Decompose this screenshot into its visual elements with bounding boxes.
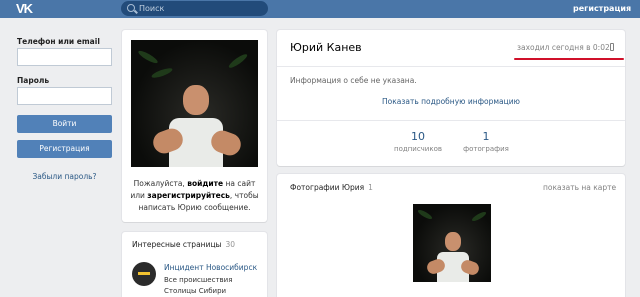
phone-input[interactable] xyxy=(17,48,112,66)
photos-title[interactable]: Фотографии Юрия 1 xyxy=(290,183,373,192)
figure-head xyxy=(445,232,461,251)
top-bar: VK регистрация xyxy=(0,0,640,18)
message-prompt: Пожалуйста, войдите на сайт или зарегист… xyxy=(130,179,259,212)
interesting-pages-card: Интересные страницы 30 Инцидент Новосибир… xyxy=(122,232,267,297)
photo-thumbnail[interactable] xyxy=(413,204,491,282)
vk-logo-icon[interactable]: VK xyxy=(16,2,38,16)
prompt-register-link[interactable]: зарегистрируйтесь xyxy=(147,191,230,200)
prompt-login-link[interactable]: войдите xyxy=(187,179,223,188)
profile-photo[interactable] xyxy=(131,40,258,167)
figure-head xyxy=(183,85,209,115)
search-icon xyxy=(127,4,135,12)
leaf-decoration xyxy=(136,48,160,66)
red-underline-annotation xyxy=(514,58,624,60)
divider xyxy=(277,120,625,121)
search-input[interactable] xyxy=(139,1,259,16)
show-more-info-link[interactable]: Показать подробную информацию xyxy=(277,97,625,106)
followers-label: подписчиков xyxy=(394,145,442,153)
profile-photo-card: Пожалуйста, войдите на сайт или зарегист… xyxy=(122,30,267,222)
password-input[interactable] xyxy=(17,87,112,105)
register-button[interactable]: Регистрация xyxy=(17,140,112,158)
page-avatar[interactable] xyxy=(132,262,156,286)
last-seen-status: заходил сегодня в 0:02 xyxy=(517,43,610,52)
show-on-map-link[interactable]: показать на карте xyxy=(543,183,616,192)
leaf-decoration xyxy=(470,210,488,223)
photos-count: 1 xyxy=(482,130,490,143)
login-form: Телефон или email Пароль Войти Регистрац… xyxy=(17,37,113,181)
interesting-pages-title[interactable]: Интересные страницы 30 xyxy=(132,240,235,249)
phone-label: Телефон или email xyxy=(17,37,100,46)
forgot-password-link[interactable]: Забыли пароль? xyxy=(17,172,112,181)
profile-info-card: Юрий Канев заходил сегодня в 0:02 Информ… xyxy=(277,30,625,166)
about-text: Информация о себе не указана. xyxy=(290,76,417,85)
interesting-pages-count: 30 xyxy=(225,240,236,249)
profile-name: Юрий Канев xyxy=(290,41,362,54)
header-register-link[interactable]: регистрация xyxy=(573,4,631,13)
mobile-phone-icon xyxy=(610,43,614,51)
search-box[interactable] xyxy=(121,1,268,16)
leaf-decoration xyxy=(150,66,174,80)
photos-label: фотография xyxy=(463,145,509,153)
leaf-decoration xyxy=(416,208,434,221)
password-label: Пароль xyxy=(17,76,50,85)
photos-card: Фотографии Юрия 1 показать на карте xyxy=(277,174,625,297)
page-name-link[interactable]: Инцидент Новосибирск xyxy=(164,263,257,272)
followers-count: 10 xyxy=(411,130,425,143)
photos-title-count: 1 xyxy=(368,183,373,192)
photos-stat[interactable]: 1 фотография xyxy=(456,130,516,153)
page-subtitle: Все происшествия Столицы Сибири xyxy=(164,276,233,295)
leaf-decoration xyxy=(227,52,249,70)
login-button[interactable]: Войти xyxy=(17,115,112,133)
followers-stat[interactable]: 10 подписчиков xyxy=(388,130,448,153)
divider xyxy=(277,66,625,67)
